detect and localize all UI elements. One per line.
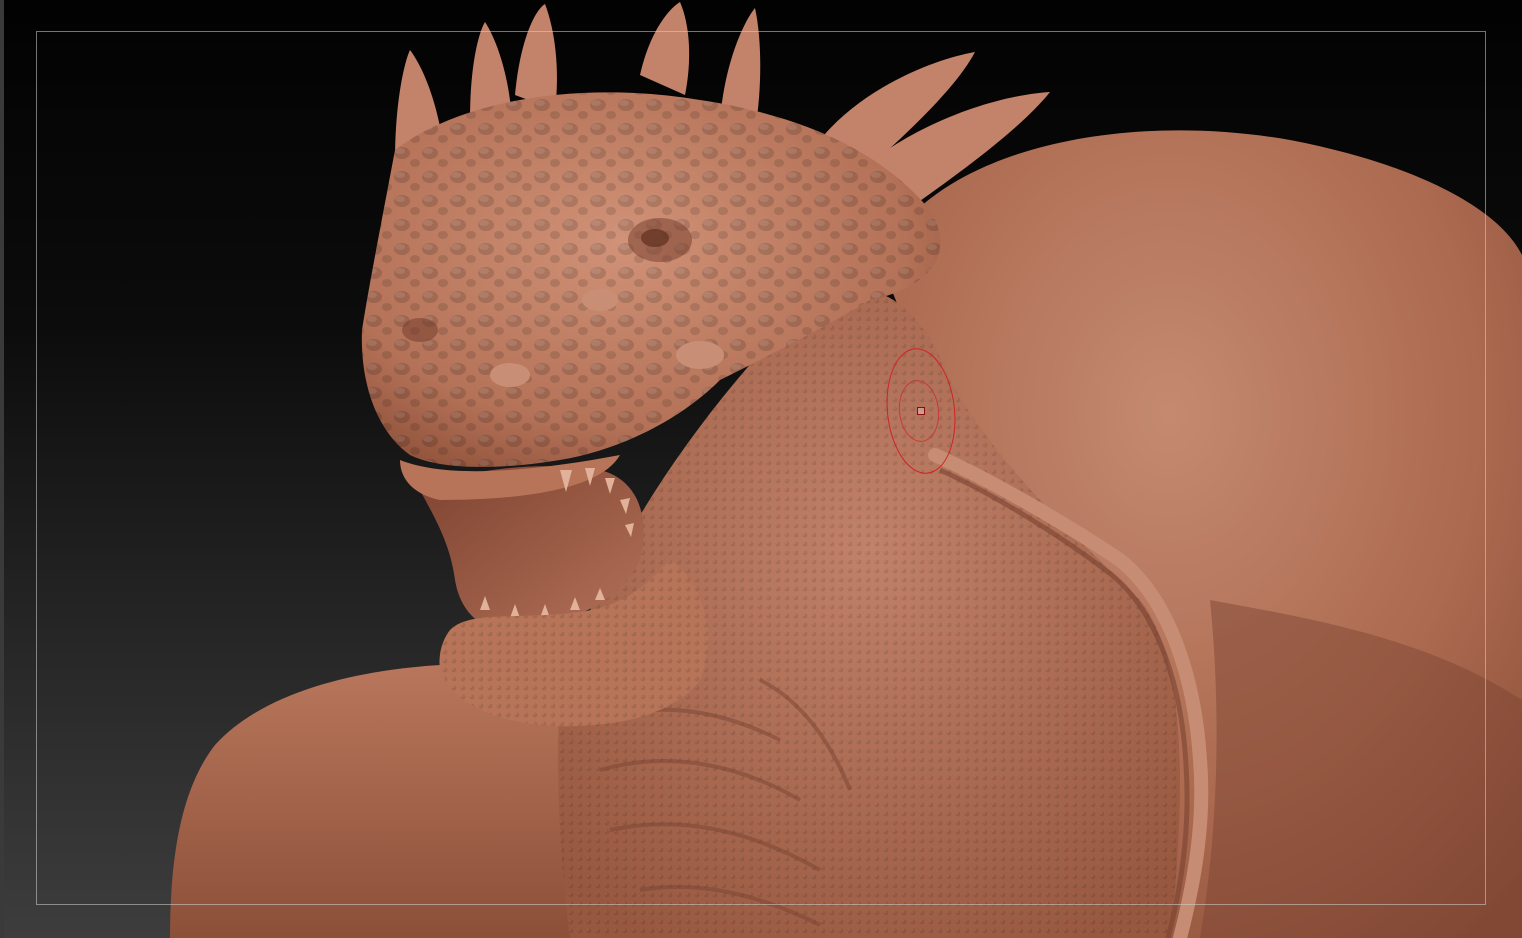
sculpt-model[interactable] [0, 0, 1522, 938]
brush-center-point [917, 407, 925, 415]
nostril [402, 318, 438, 342]
eye [641, 229, 669, 247]
zbrush-canvas-viewport[interactable] [0, 0, 1522, 938]
